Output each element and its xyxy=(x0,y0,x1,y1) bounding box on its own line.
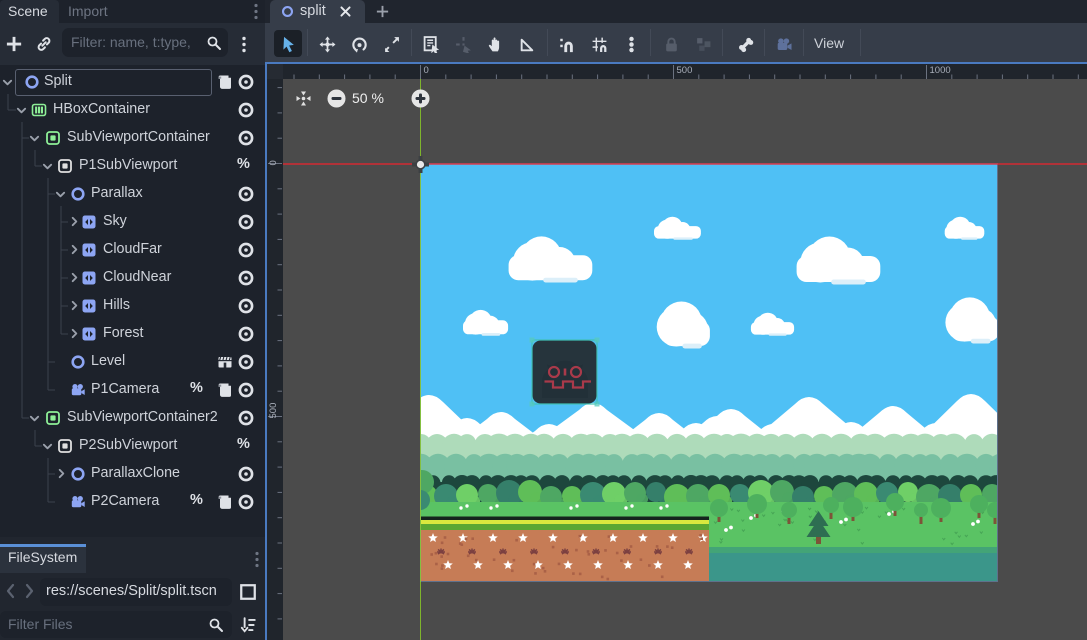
svg-text:500: 500 xyxy=(677,65,693,76)
svg-text:0: 0 xyxy=(268,160,279,165)
svg-text:0: 0 xyxy=(424,65,429,76)
svg-text:1000: 1000 xyxy=(930,65,951,76)
svg-text:500: 500 xyxy=(268,403,279,419)
